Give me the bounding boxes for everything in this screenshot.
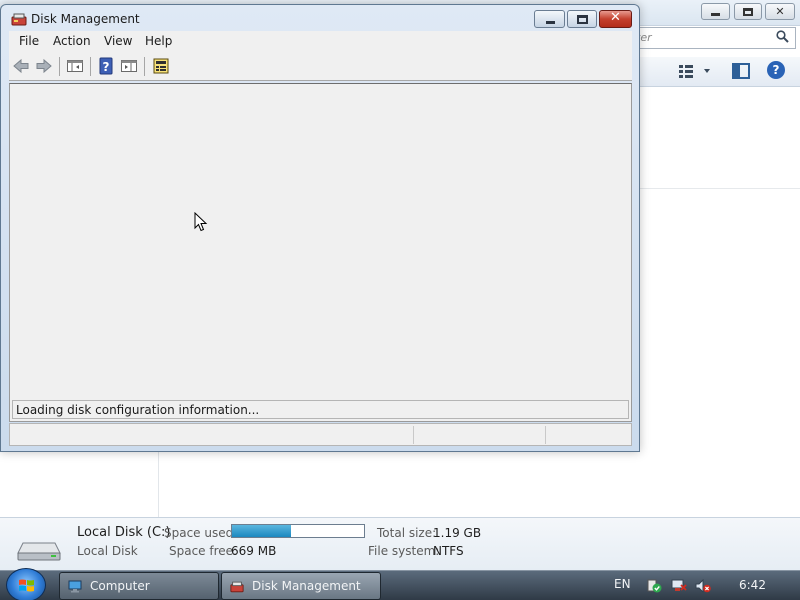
loading-status-bar: Loading disk configuration information..… <box>12 400 629 419</box>
space-free-label: Space free: <box>169 544 238 558</box>
navigation-pane-divider[interactable] <box>158 450 159 517</box>
preview-pane-icon[interactable] <box>732 63 750 79</box>
status-bar-separator <box>545 426 546 444</box>
loading-status-text: Loading disk configuration information..… <box>16 403 260 417</box>
status-bar <box>9 423 632 446</box>
drive-name: Local Disk (C:) <box>77 525 171 540</box>
volume-muted-icon[interactable] <box>695 579 711 593</box>
status-bar-separator <box>413 426 414 444</box>
total-size-label: Total size: <box>377 526 437 540</box>
mouse-cursor-icon <box>194 212 208 232</box>
file-system-label: File system: <box>368 544 440 558</box>
forward-icon[interactable] <box>35 57 53 75</box>
drive-type: Local Disk <box>77 544 138 558</box>
menu-file[interactable]: File <box>19 34 39 48</box>
show-hide-action-pane-icon[interactable] <box>120 57 138 75</box>
action-center-icon[interactable] <box>646 579 662 593</box>
toolbar-separator <box>144 57 145 76</box>
total-size-value: 1.19 GB <box>433 526 482 540</box>
close-icon: ✕ <box>610 10 621 25</box>
taskbar-item-disk-management[interactable]: Disk Management <box>221 572 381 600</box>
network-icon[interactable] <box>671 579 687 593</box>
hard-drive-icon <box>17 542 61 561</box>
minimize-button[interactable] <box>534 10 565 28</box>
disk-management-window: Disk Management ✕ File Action View Help … <box>0 4 640 452</box>
toolbar-separator <box>59 57 60 76</box>
taskbar: Computer Disk Management EN 6:42 <box>0 568 800 600</box>
views-icon[interactable] <box>678 63 712 81</box>
search-icon[interactable] <box>776 30 789 47</box>
back-icon[interactable] <box>12 57 30 75</box>
explorer-minimize-button[interactable] <box>701 3 730 20</box>
close-button[interactable]: ✕ <box>599 10 632 28</box>
toolbar: ? <box>9 53 632 81</box>
windows-start-icon <box>19 579 34 592</box>
start-button[interactable] <box>6 568 46 600</box>
space-used-fill <box>232 525 292 537</box>
divider <box>640 188 800 189</box>
computer-icon <box>68 580 82 593</box>
language-indicator[interactable]: EN <box>614 577 631 591</box>
window-title: Disk Management <box>31 12 140 26</box>
help-icon[interactable]: ? <box>97 57 115 75</box>
taskbar-item-computer[interactable]: Computer <box>59 572 219 600</box>
menu-bar: File Action View Help <box>9 31 632 53</box>
taskbar-item-label: Disk Management <box>252 579 361 593</box>
properties-icon[interactable] <box>152 57 170 75</box>
menu-action[interactable]: Action <box>53 34 91 48</box>
disk-management-icon <box>11 13 27 26</box>
explorer-close-button[interactable]: ✕ <box>765 3 795 20</box>
minimize-icon <box>546 21 555 24</box>
taskbar-item-label: Computer <box>90 579 150 593</box>
disk-management-icon <box>230 581 244 593</box>
svg-text:?: ? <box>103 60 110 74</box>
details-pane: Local Disk (C:) Local Disk Space used: S… <box>0 517 800 570</box>
clock[interactable]: 6:42 <box>739 578 766 592</box>
space-free-value: 669 MB <box>231 544 277 558</box>
explorer-maximize-button[interactable] <box>734 3 762 20</box>
help-icon[interactable]: ? <box>767 61 785 79</box>
maximize-icon <box>577 15 588 24</box>
menu-help[interactable]: Help <box>145 34 172 48</box>
maximize-button[interactable] <box>567 10 597 28</box>
space-used-label: Space used: <box>164 526 238 540</box>
menu-view[interactable]: View <box>104 34 132 48</box>
disk-management-content-area[interactable]: Loading disk configuration information..… <box>9 83 632 422</box>
toolbar-separator <box>90 57 91 76</box>
show-hide-console-tree-icon[interactable] <box>66 57 84 75</box>
space-used-bar <box>231 524 365 538</box>
file-system-value: NTFS <box>433 544 464 558</box>
